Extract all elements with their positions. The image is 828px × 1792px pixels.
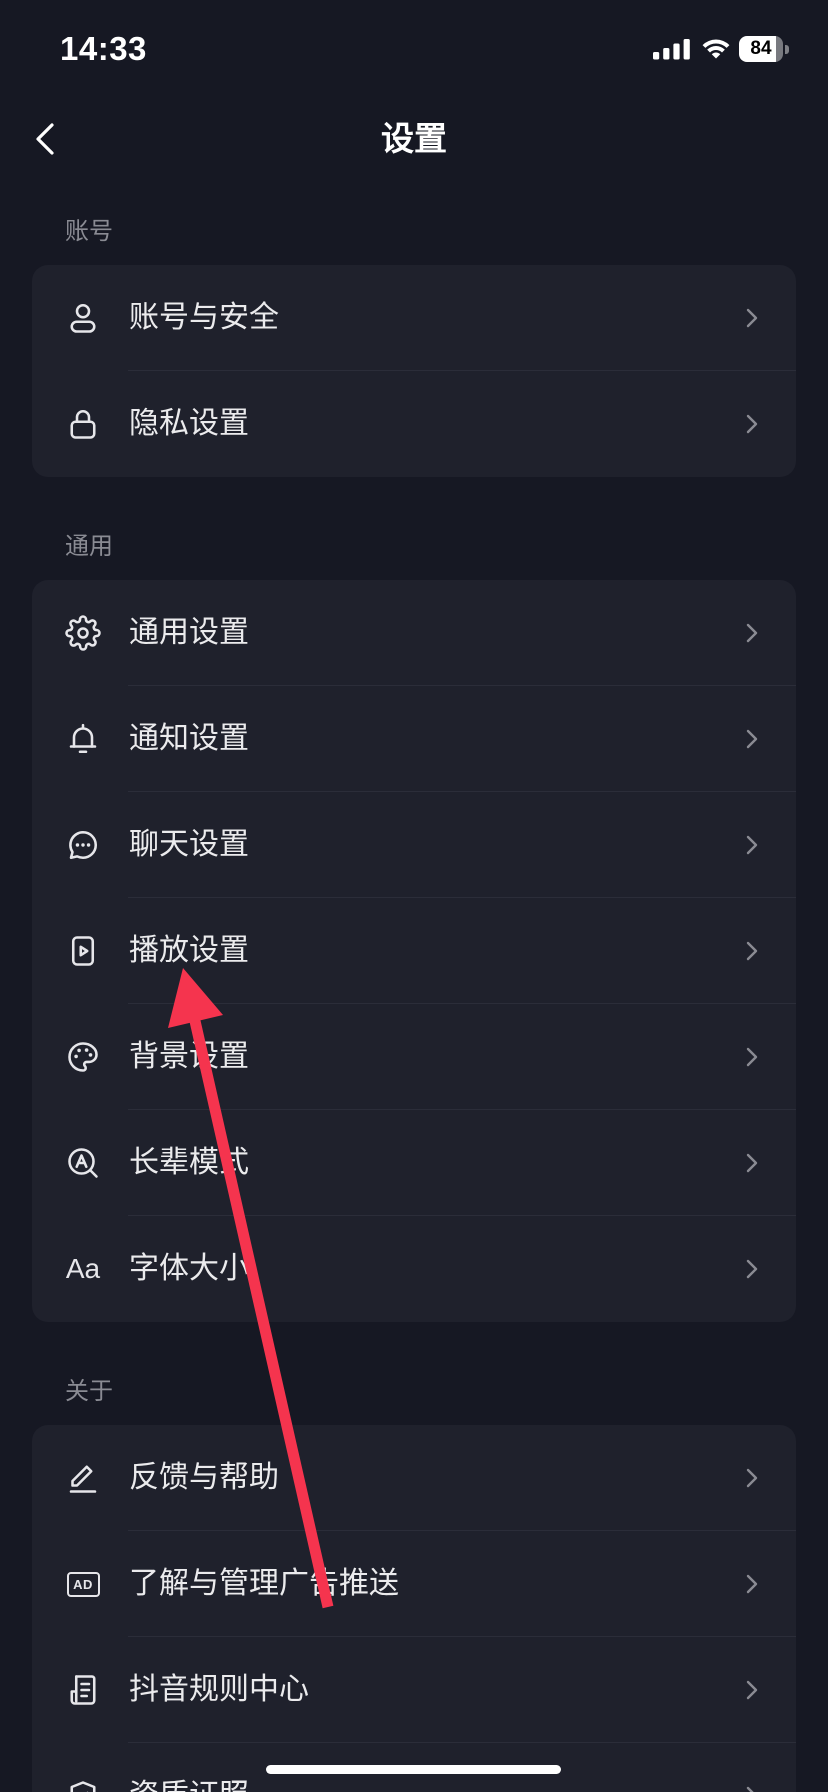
settings-row-privacy[interactable]: 隐私设置 [32,371,796,477]
row-label: 账号与安全 [129,301,279,334]
play-icon [65,933,101,969]
status-time: 14:33 [60,30,147,67]
row-label: 播放设置 [129,934,249,967]
battery-cap [785,44,789,54]
settings-group-general: 通用设置 通知设置 聊天设置 播放设置 背景设置 长辈模式 Aa 字体大小 [32,580,796,1322]
battery-level: 84 [739,36,783,62]
home-indicator[interactable] [266,1765,561,1774]
chevron-right-icon [742,727,762,751]
settings-row-notifications[interactable]: 通知设置 [32,686,796,792]
settings-row-rules-center[interactable]: 抖音规则中心 [32,1637,796,1743]
settings-row-playback[interactable]: 播放设置 [32,898,796,1004]
chat-bubble-icon [65,827,101,863]
chevron-right-icon [742,833,762,857]
section-header-account: 账号 [65,218,113,245]
row-label: 了解与管理广告推送 [129,1567,399,1600]
chevron-right-icon [742,412,762,436]
font-size-glyph: Aa [65,1253,101,1284]
pencil-icon [65,1460,101,1496]
lock-icon [65,406,101,442]
person-icon [65,300,101,336]
settings-group-account: 账号与安全 隐私设置 [32,265,796,477]
chevron-right-icon [742,1784,762,1792]
settings-row-ad-management[interactable]: AD 了解与管理广告推送 [32,1531,796,1637]
elder-mode-icon [65,1145,101,1181]
ad-glyph: AD [66,1571,100,1597]
chevron-right-icon [742,621,762,645]
chevron-right-icon [742,1678,762,1702]
settings-group-about: 反馈与帮助 AD 了解与管理广告推送 抖音规则中心 资质证照 [32,1425,796,1792]
settings-row-account-security[interactable]: 账号与安全 [32,265,796,371]
chevron-right-icon [742,1572,762,1596]
rules-document-icon [65,1672,101,1708]
settings-row-general[interactable]: 通用设置 [32,580,796,686]
row-label: 聊天设置 [129,828,249,861]
row-label: 背景设置 [129,1040,249,1073]
row-label: 隐私设置 [129,407,249,440]
status-bar: 14:33 84 [0,0,828,98]
battery-percentage: 84 [750,38,772,59]
palette-icon [65,1039,101,1075]
row-label: 通用设置 [129,616,249,649]
settings-screen: 14:33 84 设置 账号 账号与安全 隐私设置 通用 通用设置 通知设置 聊… [0,0,828,1792]
settings-row-chat[interactable]: 聊天设置 [32,792,796,898]
battery-icon: 84 [739,36,791,62]
section-header-general: 通用 [65,533,113,560]
ad-icon: AD [65,1566,101,1602]
shield-icon [65,1778,101,1792]
settings-row-feedback-help[interactable]: 反馈与帮助 [32,1425,796,1531]
row-label: 长辈模式 [129,1146,249,1179]
cellular-signal-icon [653,39,690,60]
font-size-icon: Aa [65,1251,101,1287]
row-label: 通知设置 [129,722,249,755]
chevron-right-icon [742,1466,762,1490]
bell-icon [65,721,101,757]
chevron-right-icon [742,1045,762,1069]
settings-row-background[interactable]: 背景设置 [32,1004,796,1110]
settings-row-font-size[interactable]: Aa 字体大小 [32,1216,796,1322]
section-header-about: 关于 [65,1378,113,1405]
wifi-icon [702,39,730,59]
page-title: 设置 [381,120,447,157]
row-label: 字体大小 [129,1252,249,1285]
row-label: 抖音规则中心 [129,1673,309,1706]
chevron-right-icon [742,939,762,963]
navigation-bar: 设置 [0,104,828,174]
gear-icon [65,615,101,651]
settings-row-elder-mode[interactable]: 长辈模式 [32,1110,796,1216]
chevron-right-icon [742,1151,762,1175]
row-label: 资质证照 [129,1743,249,1792]
chevron-right-icon [742,306,762,330]
chevron-right-icon [742,1257,762,1281]
row-label: 反馈与帮助 [129,1461,279,1494]
